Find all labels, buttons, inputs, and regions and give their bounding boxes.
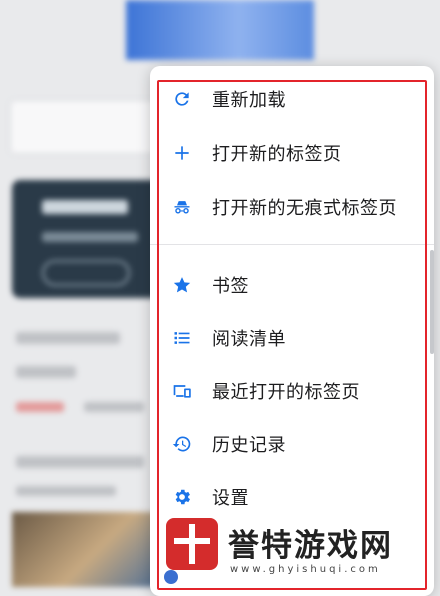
- background-red-tag: [16, 402, 64, 412]
- menu-item-label: 打开新的无痕式标签页: [212, 198, 397, 219]
- background-text-line: [16, 456, 144, 468]
- history-icon: [172, 434, 192, 454]
- background-search-box: [10, 100, 162, 154]
- menu-item-recent-tabs[interactable]: 最近打开的标签页: [150, 366, 420, 416]
- reload-icon: [172, 89, 192, 109]
- background-text-line: [16, 366, 76, 378]
- watermark-url: www.ghyishuqi.com: [230, 564, 381, 575]
- menu-item-reading-list[interactable]: 阅读清单: [150, 313, 420, 363]
- menu-item-label: 阅读清单: [212, 329, 286, 350]
- list-icon: [172, 328, 192, 348]
- menu-item-reload[interactable]: 重新加载: [150, 74, 420, 124]
- plus-icon: [172, 143, 192, 163]
- menu-item-label: 书签: [212, 276, 249, 297]
- background-promo-card: [12, 180, 162, 298]
- recent-tabs-icon: [172, 381, 192, 401]
- menu-scrollbar[interactable]: [430, 250, 434, 354]
- menu-item-new-incognito-tab[interactable]: 打开新的无痕式标签页: [150, 182, 420, 232]
- menu-item-new-tab[interactable]: 打开新的标签页: [150, 128, 420, 178]
- incognito-icon: [172, 197, 192, 217]
- watermark-logo-icon: [166, 518, 218, 570]
- background-text-line: [84, 402, 144, 412]
- menu-item-label: 打开新的标签页: [212, 144, 342, 165]
- menu-item-bookmarks[interactable]: 书签: [150, 260, 420, 310]
- menu-item-label: 历史记录: [212, 435, 286, 456]
- background-text-line: [16, 486, 116, 496]
- gear-icon: [172, 487, 192, 507]
- watermark-title: 誉特游戏网: [228, 528, 393, 564]
- background-thumbnail: [12, 512, 162, 587]
- menu-item-settings[interactable]: 设置: [150, 472, 420, 522]
- background-text-line: [16, 332, 120, 344]
- background-card-button: [42, 260, 130, 286]
- background-card-subtitle: [42, 232, 138, 242]
- star-icon: [172, 275, 192, 295]
- background-card-title: [42, 200, 128, 214]
- menu-item-label: 重新加载: [212, 90, 286, 111]
- menu-item-history[interactable]: 历史记录: [150, 419, 420, 469]
- site-watermark: 誉特游戏网 www.ghyishuqi.com: [160, 516, 440, 583]
- background-banner-image: [126, 0, 314, 60]
- menu-divider: [150, 244, 434, 245]
- menu-item-label: 设置: [212, 488, 249, 509]
- menu-item-label: 最近打开的标签页: [212, 382, 360, 403]
